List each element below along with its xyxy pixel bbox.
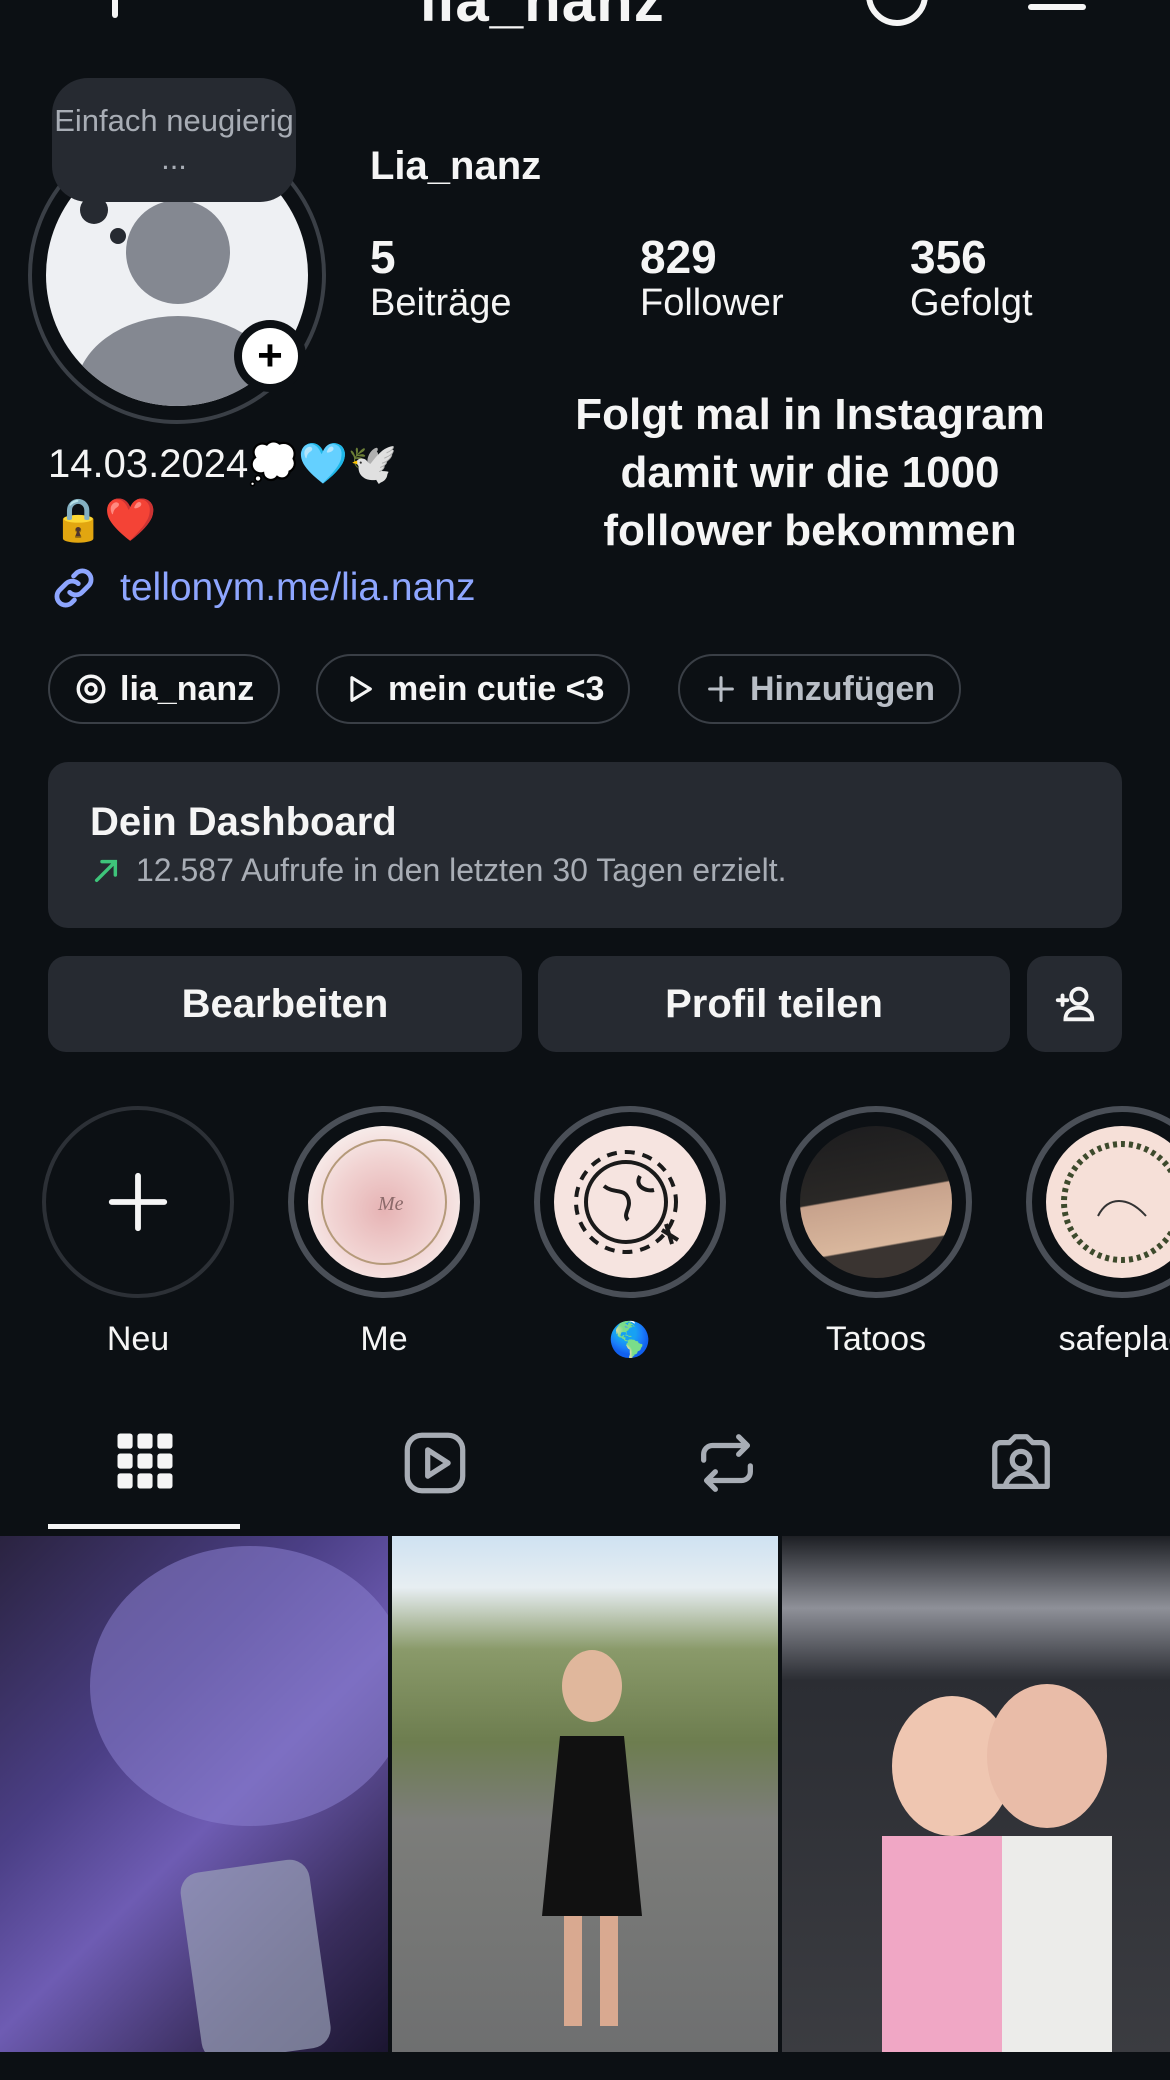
discover-people-button[interactable] [1027,956,1122,1052]
threads-icon[interactable] [866,0,928,26]
post-thumbnail[interactable] [782,1536,1170,2052]
highlight-label: 🌎 [608,1321,652,1359]
dashboard-subtitle: 12.587 Aufrufe in den letzten 30 Tagen e… [90,852,787,889]
plus-icon [708,676,734,702]
plus-icon: + [242,328,298,384]
highlight-safeplace[interactable]: safeplac [1026,1106,1170,1359]
dashboard-card[interactable]: Dein Dashboard 12.587 Aufrufe in den let… [48,762,1122,928]
highlight-tatoos[interactable]: Tatoos [780,1106,972,1359]
add-icon[interactable] [112,0,118,18]
stat-value: 356 [910,231,987,283]
bio-line: 🔒❤️ [52,496,157,543]
profile-note[interactable]: Einfach neugierig ... [52,78,296,202]
stat-following[interactable]: 356 Gefolgt [910,230,1033,325]
highlight-me[interactable]: Me Me [288,1106,480,1359]
highlight-label: safeplac [1058,1320,1170,1358]
dashboard-title: Dein Dashboard [90,800,397,844]
tagged-icon [992,1434,1050,1489]
highlight-label: Neu [106,1320,170,1358]
bio-link[interactable]: tellonym.me/lia.nanz [48,562,476,614]
highlight-cover [800,1126,952,1278]
highlight-cover [554,1126,706,1278]
pill-label: mein cutie <3 [388,669,605,708]
highlight-globe[interactable]: 🌎 [534,1106,726,1360]
note-text: Einfach neugierig ... [54,103,294,176]
stat-label: Follower [640,282,784,324]
stat-label: Beiträge [370,282,512,324]
grid-icon [117,1433,173,1489]
active-tab-indicator [48,1524,240,1529]
link-icon [54,568,94,608]
bio-notice: Folgt mal in Instagram damit wir die 100… [575,390,1045,555]
post-thumbnail[interactable] [392,1536,778,2052]
bio-line: 14.03.2024💭🩵🕊️ [48,442,398,486]
reposts-icon [701,1434,753,1492]
pill-label: Hinzufügen [750,669,936,708]
svg-text:Me: Me [377,1193,404,1215]
tab-reels[interactable] [400,1428,470,1503]
add-story-button[interactable]: + [234,320,306,392]
pill-link[interactable]: mein cutie <3 [316,654,631,724]
menu-icon[interactable] [1028,4,1086,10]
stat-value: 829 [640,231,717,283]
link-text: tellonym.me/lia.nanz [120,566,476,609]
stat-posts[interactable]: 5 Beiträge [370,230,512,325]
pill-label: lia_nanz [120,669,255,708]
tab-tagged[interactable] [986,1428,1056,1503]
share-profile-button[interactable]: Profil teilen [538,956,1010,1052]
display-name: Lia_nanz [370,144,542,188]
trend-up-icon [94,859,118,882]
highlight-new[interactable]: Neu [42,1106,234,1359]
stat-value: 5 [370,231,396,283]
post-thumbnail[interactable] [0,1536,388,2052]
pill-threads[interactable]: lia_nanz [48,654,281,724]
add-person-icon [1055,986,1094,1022]
plus-icon [108,1172,168,1232]
edit-profile-button[interactable]: Bearbeiten [48,956,522,1052]
threads-icon [76,674,106,704]
tab-grid[interactable] [112,1428,178,1499]
reels-icon [404,1432,466,1494]
note-bubble-tail-small [110,228,126,244]
highlight-cover [1046,1126,1170,1278]
stat-followers[interactable]: 829 Follower [640,230,784,325]
stat-label: Gefolgt [910,282,1033,324]
highlight-cover: Me [308,1126,460,1278]
dashboard-subtitle-text: 12.587 Aufrufe in den letzten 30 Tagen e… [136,852,787,888]
play-icon [350,676,372,702]
pill-add[interactable]: Hinzufügen [678,654,962,724]
tab-reposts[interactable] [692,1428,762,1503]
highlight-label: Tatoos [825,1320,927,1358]
highlight-label: Me [360,1320,408,1358]
header-username[interactable]: lia_nanz [420,0,665,35]
